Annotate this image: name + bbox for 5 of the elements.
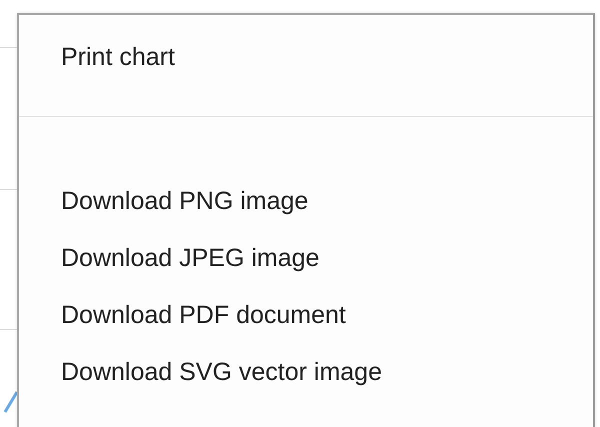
menu-item[interactable]: Print chart bbox=[19, 39, 175, 96]
menu-item[interactable]: Download PDF document bbox=[19, 297, 346, 354]
menu-item[interactable]: Download JPEG image bbox=[19, 240, 320, 297]
menu-item[interactable]: Download PNG image bbox=[19, 183, 308, 240]
menu-item[interactable]: Download SVG vector image bbox=[19, 354, 382, 411]
